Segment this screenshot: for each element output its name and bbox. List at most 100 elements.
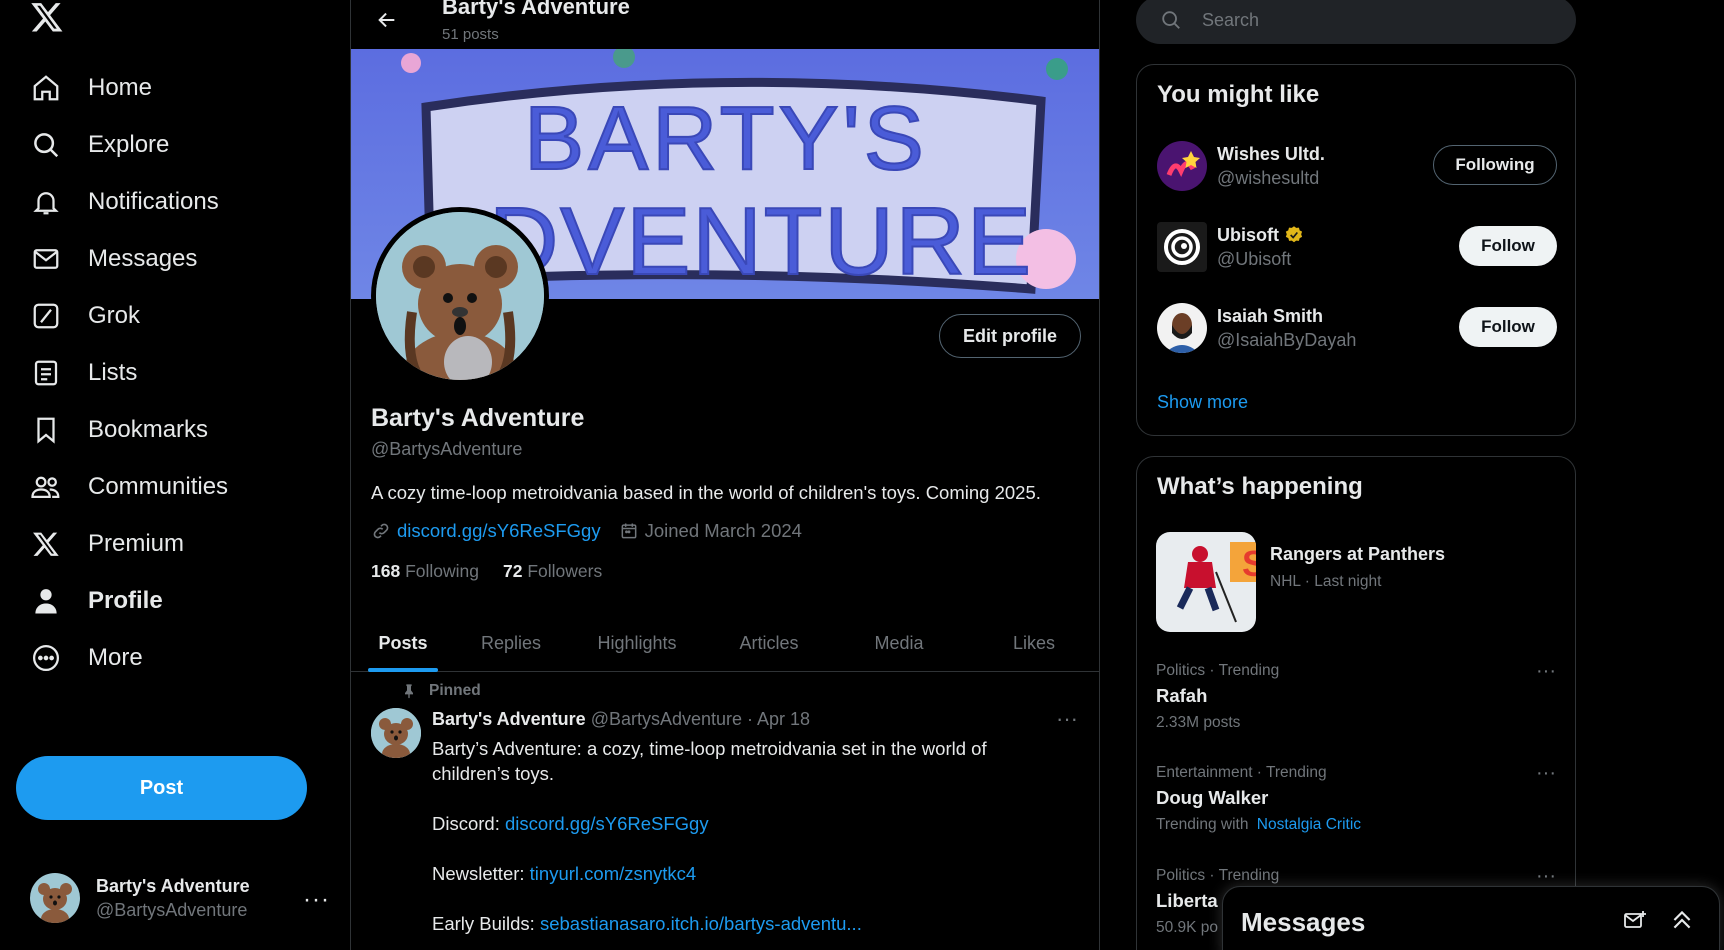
nav-lists-label: Lists bbox=[88, 359, 138, 386]
following-button[interactable]: Following bbox=[1433, 145, 1557, 185]
profile-tabs: Posts Replies Highlights Articles Media … bbox=[351, 614, 1099, 672]
trend-category: Politics · Trending bbox=[1156, 662, 1280, 679]
nav-communities[interactable]: Communities bbox=[30, 462, 228, 512]
people-icon bbox=[30, 471, 62, 503]
suggestion-handle: @IsaiahByDayah bbox=[1217, 329, 1357, 350]
tab-posts[interactable]: Posts bbox=[351, 614, 455, 672]
nav-premium[interactable]: Premium bbox=[30, 519, 184, 569]
profile-link[interactable]: discord.gg/sY6ReSFGgy bbox=[397, 520, 601, 542]
calendar-icon bbox=[621, 523, 637, 539]
followers-count: 72 bbox=[503, 561, 523, 581]
builds-link[interactable]: sebastianasaro.itch.io/bartys-adventu... bbox=[540, 913, 862, 934]
nav-communities-label: Communities bbox=[88, 473, 229, 500]
grok-icon bbox=[30, 300, 62, 332]
tweet-header: Barty's Adventure @BartysAdventure · Apr… bbox=[432, 709, 810, 730]
tab-articles[interactable]: Articles bbox=[707, 614, 831, 672]
trend-item[interactable]: Entertainment · Trending Doug Walker Tre… bbox=[1156, 762, 1556, 834]
tweet-author-name[interactable]: Barty's Adventure bbox=[432, 709, 586, 729]
tweet-handle-date: @BartysAdventure · Apr 18 bbox=[590, 709, 811, 729]
tweet-more-icon[interactable]: ··· bbox=[1056, 706, 1078, 732]
svg-text:DVENTURE: DVENTURE bbox=[489, 188, 1033, 295]
nav-home[interactable]: Home bbox=[30, 63, 152, 113]
newsletter-link[interactable]: tinyurl.com/zsnytkc4 bbox=[530, 863, 697, 884]
messages-drawer[interactable]: Messages bbox=[1222, 886, 1720, 950]
messages-drawer-title: Messages bbox=[1241, 907, 1366, 937]
nav-lists[interactable]: Lists bbox=[30, 348, 137, 398]
header-post-count: 51 posts bbox=[442, 26, 499, 43]
trend-category: Politics · Trending bbox=[1156, 867, 1280, 884]
back-arrow-icon[interactable] bbox=[369, 2, 405, 38]
profile-name: Barty's Adventure bbox=[371, 404, 585, 432]
tab-replies[interactable]: Replies bbox=[455, 614, 567, 672]
bell-icon bbox=[30, 186, 62, 218]
tweet-text: Barty’s Adventure: a cozy, time-loop met… bbox=[432, 738, 987, 784]
suggestion-name: Wishes Ultd. bbox=[1217, 143, 1325, 164]
nav-explore[interactable]: Explore bbox=[30, 120, 169, 170]
nav-grok[interactable]: Grok bbox=[30, 291, 140, 341]
profile-meta: discord.gg/sY6ReSFGgy Joined March 2024 bbox=[371, 520, 820, 542]
search-bar[interactable] bbox=[1136, 0, 1576, 44]
account-menu-icon[interactable]: ··· bbox=[303, 886, 330, 914]
news-trend[interactable]: S Rangers at Panthers NHL · Last night bbox=[1156, 532, 1556, 632]
follow-button[interactable]: Follow bbox=[1459, 226, 1557, 266]
followers-link[interactable]: 72 Followers bbox=[503, 561, 602, 582]
suggestion-handle: @wishesultd bbox=[1217, 167, 1320, 188]
trend-count: 2.33M posts bbox=[1156, 714, 1241, 731]
following-count: 168 bbox=[371, 561, 401, 581]
search-input[interactable] bbox=[1202, 9, 1542, 31]
trend-more-icon[interactable]: ··· bbox=[1536, 660, 1556, 683]
trend-topic: Rafah bbox=[1156, 685, 1208, 706]
nav-explore-label: Explore bbox=[88, 131, 170, 158]
tab-media[interactable]: Media bbox=[831, 614, 967, 672]
list-icon bbox=[30, 357, 62, 389]
svg-text:S: S bbox=[1242, 543, 1256, 584]
nav-bookmarks[interactable]: Bookmarks bbox=[30, 405, 208, 455]
discord-label: Discord: bbox=[432, 813, 500, 834]
tab-likes[interactable]: Likes bbox=[967, 614, 1099, 672]
trend-with-link[interactable]: Nostalgia Critic bbox=[1257, 816, 1361, 833]
following-link[interactable]: 168 Following bbox=[371, 561, 479, 582]
nav-profile-label: Profile bbox=[88, 587, 163, 614]
following-label: Following bbox=[405, 561, 480, 581]
nav-profile[interactable]: Profile bbox=[30, 576, 163, 626]
discord-link[interactable]: discord.gg/sY6ReSFGgy bbox=[505, 813, 709, 834]
nav-notifications[interactable]: Notifications bbox=[30, 177, 219, 227]
nav-messages[interactable]: Messages bbox=[30, 234, 197, 284]
suggestion-row[interactable]: Isaiah Smith @IsaiahByDayah Follow bbox=[1157, 301, 1557, 355]
right-sidebar: You might like Wishes Ultd. @wishesultd … bbox=[1136, 0, 1576, 950]
nav-bookmarks-label: Bookmarks bbox=[88, 416, 209, 443]
profile-avatar[interactable] bbox=[371, 207, 549, 385]
new-message-icon[interactable] bbox=[1623, 909, 1647, 938]
nav-more[interactable]: More bbox=[30, 633, 143, 683]
who-to-follow-card: You might like Wishes Ultd. @wishesultd … bbox=[1136, 64, 1576, 436]
nav-premium-label: Premium bbox=[88, 530, 185, 557]
suggestion-name: Isaiah Smith bbox=[1217, 305, 1324, 326]
profile-bio: A cozy time-loop metroidvania based in t… bbox=[371, 482, 1041, 503]
suggestion-row[interactable]: Ubisoft @Ubisoft Follow bbox=[1157, 220, 1557, 274]
followers-label: Followers bbox=[527, 561, 603, 581]
nav-notifications-label: Notifications bbox=[88, 188, 219, 215]
header-title: Barty's Adventure bbox=[442, 0, 630, 19]
x-logo-icon[interactable] bbox=[30, 0, 66, 36]
joined-date: Joined March 2024 bbox=[644, 520, 802, 541]
post-button[interactable]: Post bbox=[16, 756, 307, 820]
nav-messages-label: Messages bbox=[88, 245, 198, 272]
account-switcher[interactable]: Barty's Adventure @BartysAdventure ··· bbox=[30, 870, 330, 926]
tab-highlights[interactable]: Highlights bbox=[567, 614, 707, 672]
pinned-label: Pinned bbox=[429, 682, 481, 699]
account-name: Barty's Adventure bbox=[96, 875, 250, 896]
suggestion-row[interactable]: Wishes Ultd. @wishesultd Following bbox=[1157, 139, 1557, 193]
x-logo-icon bbox=[30, 528, 62, 560]
expand-icon[interactable] bbox=[1669, 907, 1695, 938]
profile-header-bar: Barty's Adventure 51 posts bbox=[351, 0, 1099, 49]
tweet-body: Barty’s Adventure: a cozy, time-loop met… bbox=[432, 736, 1052, 950]
show-more-link[interactable]: Show more bbox=[1157, 392, 1248, 413]
trend-more-icon[interactable]: ··· bbox=[1536, 762, 1556, 785]
edit-profile-button[interactable]: Edit profile bbox=[939, 314, 1081, 358]
account-handle: @BartysAdventure bbox=[96, 899, 248, 920]
tweet-avatar[interactable] bbox=[371, 708, 421, 758]
trend-category: Entertainment · Trending bbox=[1156, 764, 1327, 781]
follow-button[interactable]: Follow bbox=[1459, 307, 1557, 347]
trend-more-icon[interactable]: ··· bbox=[1536, 865, 1556, 888]
trend-item[interactable]: Politics · Trending Rafah 2.33M posts ··… bbox=[1156, 660, 1556, 732]
